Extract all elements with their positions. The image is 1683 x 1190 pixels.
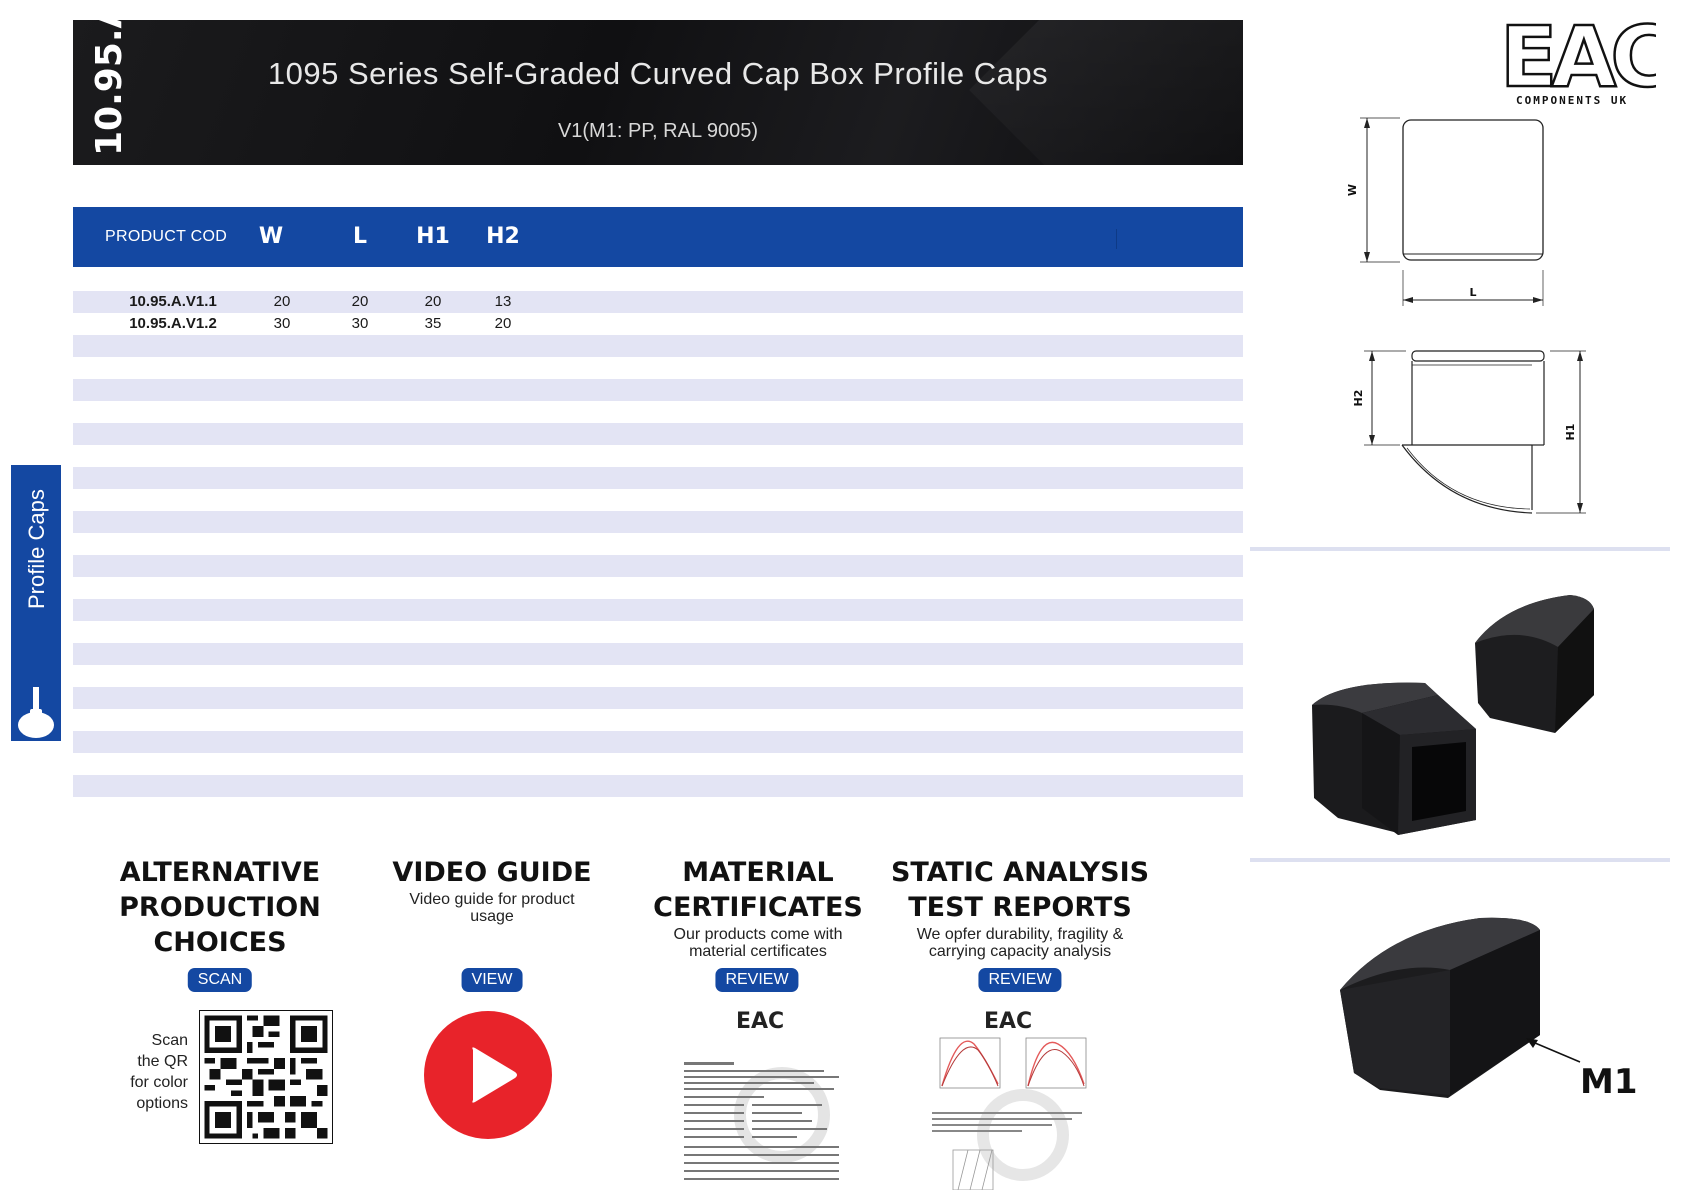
- scan-button[interactable]: SCAN: [187, 968, 253, 992]
- heading-line: PRODUCTION: [119, 892, 321, 923]
- heading-line: ALTERNATIVE: [119, 857, 321, 888]
- cell-h2: 20: [494, 315, 512, 332]
- heading-line: CERTIFICATES: [653, 892, 863, 923]
- table-stripe: [73, 775, 1243, 797]
- col-header-w: W: [258, 224, 284, 249]
- scan-hint: Scan the QR for color options: [120, 1030, 188, 1114]
- cell-h1: 35: [424, 315, 442, 332]
- cell-w: 20: [273, 293, 291, 310]
- scan-hint-line: options: [136, 1095, 188, 1112]
- drawing-divider: [1250, 547, 1670, 551]
- col-header-product-code: PRODUCT COD: [105, 228, 228, 245]
- test-report-document-icon: EAC: [932, 1009, 1087, 1190]
- section-heading: VIDEO GUIDE: [362, 855, 622, 890]
- certificate-thumbnail[interactable]: EAC: [682, 1000, 848, 1190]
- table-stripe: [73, 643, 1243, 665]
- section-alternative-production: ALTERNATIVE PRODUCTION CHOICES: [90, 855, 350, 960]
- top-view-drawing: W L: [1346, 117, 1544, 306]
- qr-code[interactable]: [199, 1010, 333, 1144]
- section-static-analysis: STATIC ANALYSIS TEST REPORTS We opfer du…: [890, 855, 1150, 960]
- play-video-icon[interactable]: [423, 1010, 553, 1140]
- header-sheen: [969, 20, 1243, 165]
- heading-line: MATERIAL: [682, 857, 834, 888]
- page-subtitle: V1(M1: PP, RAL 9005): [557, 120, 759, 142]
- product-render-pair: [1312, 595, 1594, 835]
- table-stripe: [73, 335, 1243, 357]
- review-certificates-button[interactable]: REVIEW: [715, 968, 799, 992]
- table-stripe: [73, 511, 1243, 533]
- heading-line: VIDEO GUIDE: [392, 857, 592, 888]
- table-stripes: [73, 291, 1243, 801]
- product-render-single: [1340, 917, 1581, 1098]
- logo-subtitle: COMPONENTS UK: [1516, 94, 1629, 107]
- section-video-guide: VIDEO GUIDE Video guide for product usag…: [362, 855, 622, 925]
- section-description: Video guide for product usage: [409, 891, 575, 925]
- cell-w: 30: [273, 315, 291, 332]
- dim-w-label: W: [1346, 184, 1359, 196]
- cell-l: 30: [351, 315, 369, 332]
- material-label: M1: [1580, 1062, 1638, 1102]
- profile-cap-icon: [18, 687, 54, 738]
- table-row: 10.95.A.V1.2 30 30 35 20: [73, 313, 1243, 335]
- cell-l: 20: [351, 293, 369, 310]
- review-reports-button[interactable]: REVIEW: [978, 968, 1062, 992]
- table-stripe: [73, 379, 1243, 401]
- certificate-document-icon: EAC: [684, 1009, 839, 1180]
- section-description: We opfer durability, fragility & carryin…: [916, 926, 1124, 960]
- col-header-h1: H1: [416, 224, 450, 249]
- header-separator: [1116, 229, 1117, 249]
- scan-hint-line: Scan: [151, 1032, 188, 1049]
- render-divider: [1250, 858, 1670, 862]
- table-stripe: [73, 599, 1243, 621]
- table-stripe: [73, 467, 1243, 489]
- dim-h1-label: H1: [1564, 424, 1577, 441]
- scan-hint-line: for color: [130, 1074, 188, 1091]
- page-title: 1095 Series Self-Graded Curved Cap Box P…: [267, 56, 1049, 91]
- table-header: PRODUCT COD W L H1 H2: [73, 207, 1243, 267]
- section-description: Our products come with material certific…: [673, 926, 843, 960]
- col-header-l: L: [352, 224, 368, 249]
- col-header-h2: H2: [486, 224, 520, 249]
- table-stripe: [73, 731, 1243, 753]
- heading-line: CHOICES: [153, 927, 287, 958]
- category-side-tab[interactable]: Profile Caps: [11, 465, 61, 741]
- logo-letters: EAC: [1500, 14, 1656, 92]
- category-label: Profile Caps: [24, 489, 49, 609]
- doc-logo: EAC: [736, 1009, 784, 1034]
- section-heading: MATERIAL CERTIFICATES: [628, 855, 888, 925]
- eac-logo-mark: EAC: [1499, 7, 1675, 108]
- cell-product-code: 10.95.A.V1.1: [129, 293, 217, 310]
- section-heading: ALTERNATIVE PRODUCTION CHOICES: [90, 855, 350, 960]
- test-report-thumbnail[interactable]: EAC: [928, 1000, 1094, 1190]
- table-stripe: [73, 423, 1243, 445]
- table-row: 10.95.A.V1.1 20 20 20 13: [73, 291, 1243, 313]
- section-heading: STATIC ANALYSIS TEST REPORTS: [890, 855, 1150, 925]
- scan-hint-line: the QR: [137, 1053, 188, 1070]
- side-view-drawing: H2 H1: [1352, 350, 1586, 514]
- table-stripe: [73, 687, 1243, 709]
- doc-logo: EAC: [984, 1009, 1032, 1034]
- header-banner: 10.95.A 1095 Series Self-Graded Curved C…: [73, 20, 1243, 165]
- eac-logo: EAC COMPONENTS UK: [1496, 7, 1675, 108]
- heading-line: STATIC ANALYSIS: [890, 857, 1150, 888]
- view-button[interactable]: VIEW: [461, 968, 523, 992]
- heading-line: TEST REPORTS: [908, 892, 1132, 923]
- cell-h2: 13: [494, 293, 512, 310]
- dim-h2-label: H2: [1352, 390, 1365, 407]
- section-material-certificates: MATERIAL CERTIFICATES Our products come …: [628, 855, 888, 960]
- series-code: 10.95.A: [89, 20, 130, 156]
- cell-product-code: 10.95.A.V1.2: [129, 315, 217, 332]
- table-stripe: [73, 555, 1243, 577]
- cell-h1: 20: [424, 293, 442, 310]
- dim-l-label: L: [1469, 286, 1476, 299]
